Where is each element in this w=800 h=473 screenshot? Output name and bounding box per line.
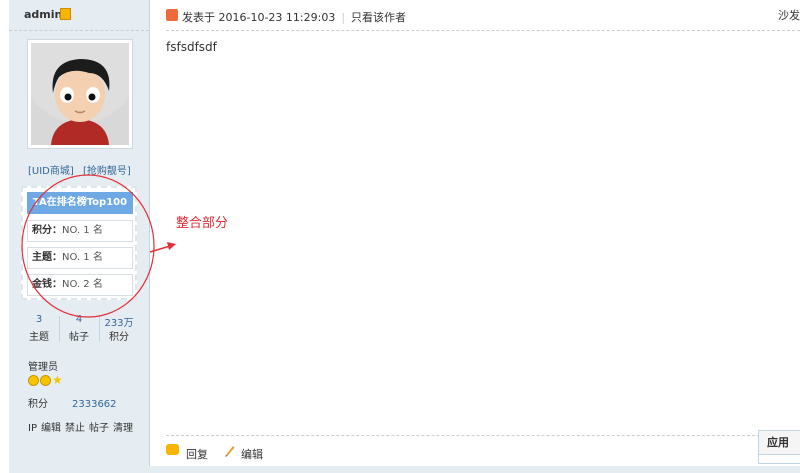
annotation-arrowhead xyxy=(167,242,176,250)
annotation-arrow xyxy=(149,245,171,253)
annotation-circle xyxy=(21,174,155,318)
annotation-overlay xyxy=(21,174,176,318)
